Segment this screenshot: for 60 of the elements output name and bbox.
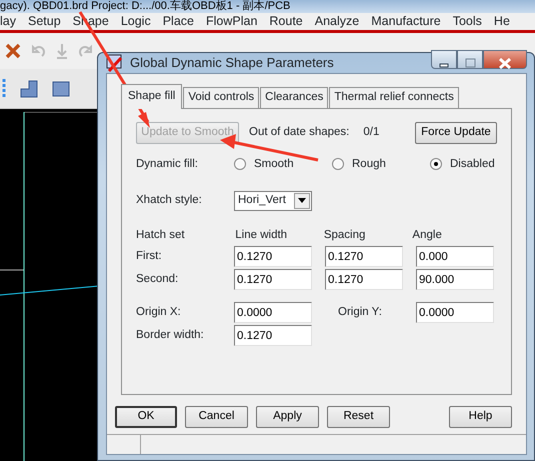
minimize-button[interactable] (431, 50, 457, 70)
tab[interactable]: Thermal relief connects (329, 87, 459, 108)
radio-label: Smooth (254, 156, 294, 172)
menu-item[interactable]: Logic (114, 12, 157, 31)
menu-item[interactable]: Tools (446, 12, 488, 31)
input-field[interactable]: 0.0000 (416, 302, 494, 323)
input-field[interactable]: 0.000 (416, 246, 494, 267)
radio-label: Rough (352, 156, 386, 172)
radio-button[interactable] (234, 158, 246, 170)
tab[interactable]: Clearances (260, 87, 328, 108)
input-field[interactable]: 0.1270 (325, 246, 403, 267)
dialog-button[interactable]: Apply (256, 406, 319, 428)
menu-item[interactable]: FlowPlan (200, 12, 264, 31)
column-header: Angle (411, 228, 443, 243)
radio-button[interactable] (332, 158, 344, 170)
xhatch-style-label: Xhatch style: (136, 193, 203, 208)
menu-item[interactable]: He (488, 12, 510, 31)
menu-item[interactable]: Manufacture (365, 12, 447, 31)
close-icon[interactable] (4, 42, 22, 60)
column-header: Hatch set (136, 228, 186, 243)
force-update-button[interactable]: Force Update (415, 122, 497, 144)
input-field[interactable]: 0.0000 (234, 302, 312, 323)
menu-item[interactable]: Place (156, 12, 200, 31)
dialog-button[interactable]: Cancel (185, 406, 248, 428)
shape-icon[interactable] (18, 78, 40, 100)
dialog-button[interactable]: OK (115, 406, 177, 428)
row-label: First: (136, 248, 163, 264)
origin-y-label: Origin Y: (337, 304, 383, 320)
row-label: Second: (136, 272, 180, 287)
input-field[interactable]: 0.1270 (234, 269, 312, 290)
maximize-icon (465, 58, 476, 68)
column-header: Line width (234, 228, 288, 243)
tab[interactable]: Shape fill (121, 84, 182, 108)
menu-item[interactable]: Setup (22, 12, 67, 31)
border-width-label: Border width: (136, 328, 205, 343)
minimize-icon (438, 62, 450, 70)
caret-icon (298, 198, 306, 204)
input-field[interactable]: 0.1270 (234, 325, 312, 346)
menu-item[interactable]: Route (263, 12, 309, 31)
column-header: Spacing (322, 228, 366, 243)
radio-label: Disabled (450, 156, 495, 172)
maximize-button[interactable] (457, 50, 483, 70)
dynamic-fill-label: Dynamic fill: (136, 156, 199, 172)
radio-button[interactable] (430, 158, 442, 170)
out-of-date-label: Out of date shapes: (249, 124, 350, 140)
tab[interactable]: Void controls (183, 87, 260, 108)
input-field[interactable]: 0.1270 (325, 269, 403, 290)
close-icon (499, 58, 511, 69)
close-button[interactable] (483, 50, 527, 70)
out-of-date-value: 0/1 (363, 124, 380, 140)
dialog-button[interactable]: Reset (327, 406, 390, 428)
menu-item[interactable]: lay (0, 12, 22, 31)
input-field[interactable]: 0.1270 (234, 246, 312, 267)
menu-item[interactable]: Analyze (308, 12, 366, 31)
input-field[interactable]: 90.000 (416, 269, 494, 290)
xhatch-style-dropdown[interactable]: Hori_Vert (234, 190, 312, 211)
dialog-button[interactable]: Help (449, 406, 512, 428)
origin-x-label: Origin X: (136, 304, 182, 320)
dialog-title: Global Dynamic Shape Parameters (130, 54, 335, 72)
window-title: gacy). QBD01.brd Project: D:.../00.车载OBD板1 - 副本/PCB (0, 0, 290, 13)
